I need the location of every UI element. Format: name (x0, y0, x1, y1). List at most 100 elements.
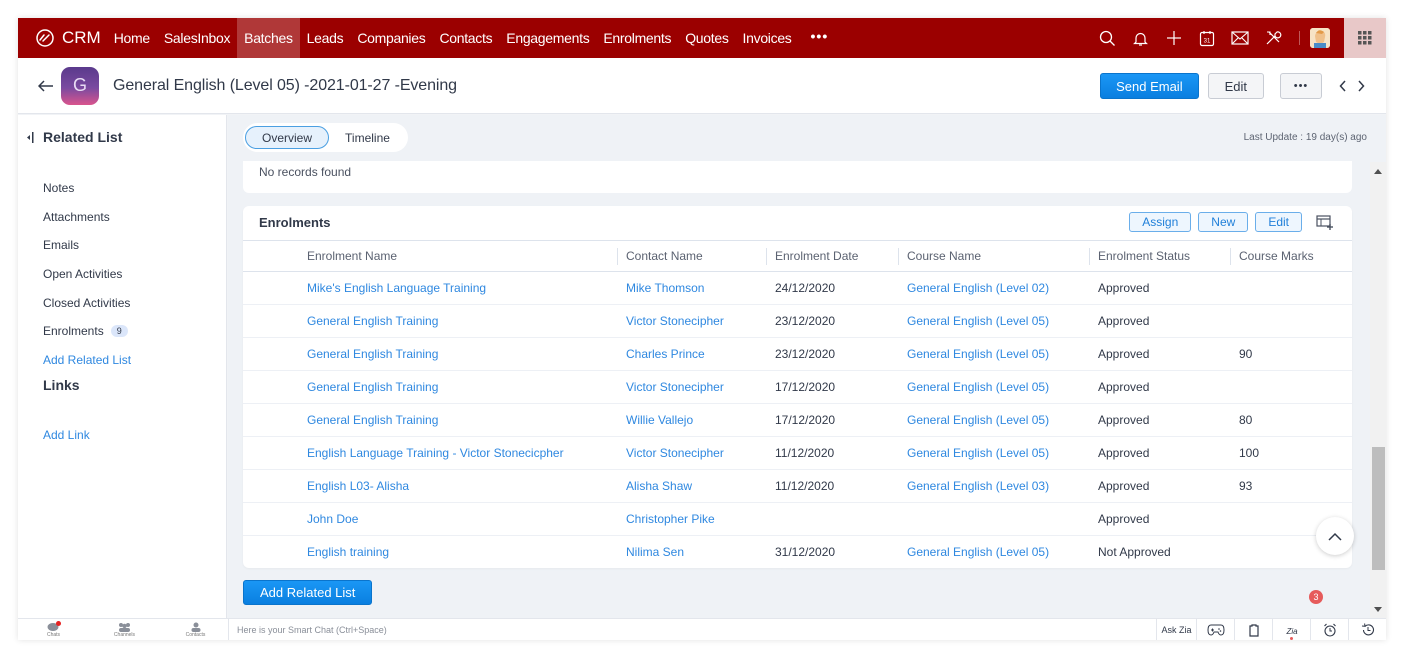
course-name-link[interactable]: General English (Level 02) (898, 271, 1089, 305)
plus-icon[interactable] (1157, 18, 1190, 58)
table-row[interactable]: John Doe Christopher Pike Approved (243, 502, 1352, 536)
manage-columns-icon[interactable] (1316, 214, 1336, 230)
contact-name-link[interactable]: Nilima Sen (617, 536, 766, 569)
send-email-button[interactable]: Send Email (1100, 73, 1199, 99)
sidebar-item-open-activities[interactable]: Open Activities (43, 267, 122, 281)
table-row[interactable]: General English Training Victor Stoneciph… (243, 304, 1352, 338)
edit-enrolments-button[interactable]: Edit (1255, 212, 1302, 232)
enrolment-name-link[interactable]: General English Training (298, 403, 617, 437)
course-name-link[interactable]: General English (Level 05) (898, 436, 1089, 470)
column-header-enrolment-date[interactable]: Enrolment Date (766, 240, 898, 272)
row-select-cell[interactable] (243, 403, 298, 437)
alarm-clock-icon[interactable] (1310, 619, 1348, 640)
add-related-list-link[interactable]: Add Related List (43, 353, 131, 367)
contact-name-link[interactable]: Willie Vallejo (617, 403, 766, 437)
nav-tab-contacts[interactable]: Contacts (432, 18, 499, 58)
enrolment-name-link[interactable]: General English Training (298, 370, 617, 404)
notes-icon[interactable] (1234, 619, 1272, 640)
user-avatar[interactable] (1310, 28, 1330, 48)
gamepad-icon[interactable] (1196, 619, 1234, 640)
ask-zia-button[interactable]: Ask Zia (1156, 619, 1196, 640)
edit-record-button[interactable]: Edit (1207, 73, 1264, 99)
zia-icon[interactable]: Zia (1272, 619, 1310, 640)
contact-name-link[interactable]: Victor Stonecipher (617, 370, 766, 404)
table-row[interactable]: English L03- Alisha Alisha Shaw 11/12/2020… (243, 469, 1352, 503)
enrolment-name-link[interactable]: John Doe (298, 502, 617, 536)
nav-tab-engagements[interactable]: Engagements (499, 18, 596, 58)
nav-tab-invoices[interactable]: Invoices (736, 18, 799, 58)
course-name-link[interactable]: General English (Level 05) (898, 403, 1089, 437)
nav-tab-quotes[interactable]: Quotes (678, 18, 735, 58)
column-header-enrolment-name[interactable]: Enrolment Name (298, 240, 617, 272)
crm-logo[interactable]: CRM (18, 18, 107, 58)
more-modules-button[interactable]: ••• (799, 18, 841, 58)
next-record-icon[interactable] (1354, 76, 1368, 96)
course-name-link[interactable]: General English (Level 05) (898, 370, 1089, 404)
enrolment-name-link[interactable]: General English Training (298, 304, 617, 338)
column-header-enrolment-status[interactable]: Enrolment Status (1089, 240, 1230, 272)
column-header-course-name[interactable]: Course Name (898, 240, 1089, 272)
contact-name-link[interactable]: Victor Stonecipher (617, 436, 766, 470)
vertical-scrollbar[interactable] (1370, 162, 1386, 618)
course-name-link[interactable] (898, 502, 1089, 536)
apps-grid-icon[interactable] (1344, 18, 1386, 58)
course-name-link[interactable]: General English (Level 05) (898, 337, 1089, 371)
contact-name-link[interactable]: Charles Prince (617, 337, 766, 371)
bell-icon[interactable] (1124, 18, 1157, 58)
back-arrow-icon[interactable] (36, 76, 56, 96)
tab-overview[interactable]: Overview (245, 126, 330, 149)
course-name-link[interactable]: General English (Level 03) (898, 469, 1089, 503)
scrollbar-thumb[interactable] (1372, 447, 1385, 570)
nav-tab-salesinbox[interactable]: SalesInbox (157, 18, 237, 58)
previous-record-icon[interactable] (1336, 76, 1350, 96)
table-row[interactable]: General English Training Victor Stoneciph… (243, 370, 1352, 404)
contact-name-link[interactable]: Alisha Shaw (617, 469, 766, 503)
history-icon[interactable] (1348, 619, 1386, 640)
table-row[interactable]: English training Nilima Sen 31/12/2020 Gene… (243, 536, 1352, 569)
enrolment-name-link[interactable]: General English Training (298, 337, 617, 371)
row-select-cell[interactable] (243, 337, 298, 371)
add-related-list-button[interactable]: Add Related List (243, 580, 373, 605)
row-select-cell[interactable] (243, 271, 298, 305)
contacts-tab[interactable]: Contacts (160, 619, 231, 641)
mail-icon[interactable] (1223, 18, 1256, 58)
column-header-contact-name[interactable]: Contact Name (617, 240, 766, 272)
table-row[interactable]: General English Training Willie Vallejo 17… (243, 403, 1352, 437)
more-actions-button[interactable]: ••• (1280, 73, 1322, 99)
table-row[interactable]: English Language Training - Victor Stone… (243, 436, 1352, 470)
channels-tab[interactable]: Channels (89, 619, 160, 641)
row-select-cell[interactable] (243, 436, 298, 470)
enrolment-name-link[interactable]: Mike's English Language Training (298, 271, 617, 305)
enrolment-name-link[interactable]: English Language Training - Victor Stone… (298, 436, 617, 470)
row-select-cell[interactable] (243, 536, 298, 569)
sidebar-item-notes[interactable]: Notes (43, 181, 74, 195)
sidebar-item-enrolments[interactable]: Enrolments 9 (43, 324, 128, 338)
add-link-link[interactable]: Add Link (43, 428, 90, 442)
nav-tab-home[interactable]: Home (107, 18, 157, 58)
contact-name-link[interactable]: Christopher Pike (617, 502, 766, 536)
sidebar-item-attachments[interactable]: Attachments (43, 210, 110, 224)
search-icon[interactable] (1091, 18, 1124, 58)
row-select-cell[interactable] (243, 370, 298, 404)
table-row[interactable]: Mike's English Language Training Mike Tho… (243, 271, 1352, 305)
row-select-cell[interactable] (243, 502, 298, 536)
column-header-course-marks[interactable]: Course Marks (1230, 240, 1352, 272)
table-row[interactable]: General English Training Charles Prince 23… (243, 337, 1352, 371)
enrolment-name-link[interactable]: English L03- Alisha (298, 469, 617, 503)
chats-tab[interactable]: Chats (18, 619, 89, 641)
row-select-cell[interactable] (243, 469, 298, 503)
setup-tools-icon[interactable] (1256, 18, 1289, 58)
contact-name-link[interactable]: Victor Stonecipher (617, 304, 766, 338)
tab-timeline[interactable]: Timeline (329, 126, 406, 149)
nav-tab-enrolments[interactable]: Enrolments (596, 18, 678, 58)
nav-tab-leads[interactable]: Leads (300, 18, 351, 58)
calendar-icon[interactable]: 31 (1190, 18, 1223, 58)
collapse-sidebar-icon[interactable] (26, 131, 38, 143)
nav-tab-batches[interactable]: Batches (237, 18, 300, 58)
sidebar-item-closed-activities[interactable]: Closed Activities (43, 296, 130, 310)
course-name-link[interactable]: General English (Level 05) (898, 304, 1089, 338)
scroll-up-arrow-icon[interactable] (1370, 164, 1386, 178)
new-enrolment-button[interactable]: New (1198, 212, 1249, 232)
smart-chat-input[interactable]: Here is your Smart Chat (Ctrl+Space) (228, 619, 1146, 640)
nav-tab-companies[interactable]: Companies (350, 18, 432, 58)
